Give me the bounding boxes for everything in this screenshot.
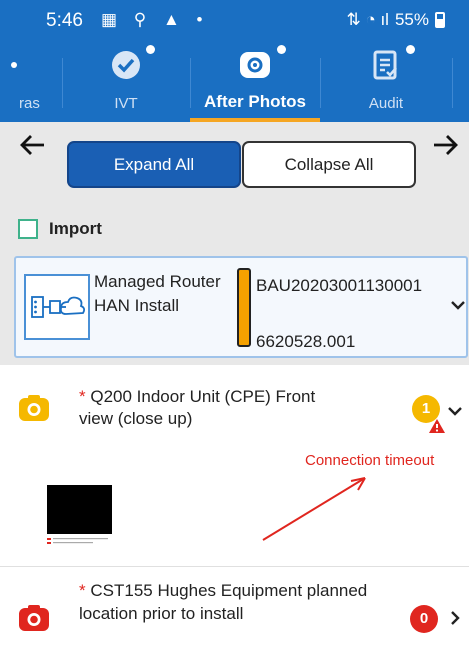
tab-label: Audit (368, 95, 404, 112)
thumbnail-caption (47, 538, 108, 544)
chevron-down-icon[interactable] (449, 296, 467, 320)
photo-item: * CST155 Hughes Equipment planned locati… (0, 567, 469, 669)
collapse-all-button[interactable]: Collapse All (242, 141, 416, 188)
status-time: 5:46 (46, 10, 83, 31)
photo-item-title: * CST155 Hughes Equipment planned locati… (79, 579, 389, 625)
job-code: BAU20203001130001 (256, 276, 423, 295)
status-bar: 5:46 ▦ ⚲ ▲ • ⇅ ◔ ıl 55% (0, 0, 469, 40)
tab-label: ras (19, 95, 40, 112)
photo-item-label: Q200 Indoor Unit (CPE) Front view (close… (79, 387, 316, 428)
image-icon (8, 48, 42, 82)
tab-separator (452, 58, 453, 108)
status-bar-indicator (237, 268, 251, 347)
tab-bar: ras IVT After Photos Audit (0, 40, 469, 122)
check-circle-icon (109, 48, 143, 82)
arrow-right-icon[interactable] (430, 130, 460, 168)
required-marker: * (79, 581, 86, 600)
job-card[interactable]: Managed Router HAN Install BAU2020300113… (14, 256, 468, 358)
battery-icon (435, 12, 445, 28)
camera-icon[interactable] (18, 394, 50, 422)
tab-indicator-dot (406, 45, 415, 54)
required-marker: * (79, 387, 86, 406)
tab-indicator-dot (277, 45, 286, 54)
tab-after-photos[interactable]: After Photos (190, 40, 320, 122)
photo-item-label: CST155 Hughes Equipment planned location… (79, 581, 368, 623)
photo-count-badge: 0 (410, 605, 438, 633)
job-title: Managed Router HAN Install (94, 272, 221, 315)
photo-thumbnail[interactable] (47, 485, 112, 534)
chevron-right-icon[interactable] (447, 609, 463, 633)
battery-percent: 55% (394, 10, 429, 29)
signal-icon: ⇅ ◔ ıl (346, 10, 389, 29)
connection-error-text: Connection timeout (305, 452, 435, 469)
clipboard-check-icon (369, 48, 403, 82)
expand-all-button[interactable]: Expand All (67, 141, 241, 188)
notification-icons: ▦ ⚲ ▲ • (101, 10, 209, 29)
warning-icon (428, 418, 446, 439)
photo-item-title: * Q200 Indoor Unit (CPE) Front view (clo… (79, 386, 339, 430)
tab-ivt[interactable]: IVT (62, 40, 190, 122)
tab-label: IVT (114, 95, 138, 112)
tab-audit[interactable]: Audit (320, 40, 452, 122)
tab-label: After Photos (204, 92, 306, 111)
annotation-arrow (262, 477, 366, 541)
import-checkbox[interactable] (18, 219, 38, 239)
camera-icon[interactable] (18, 604, 50, 632)
camera-icon (238, 48, 272, 82)
import-label: Import (49, 219, 102, 238)
job-subcode: 6620528.001 (256, 332, 356, 351)
tab-photos-partial[interactable]: ras (0, 40, 62, 122)
arrow-left-icon[interactable] (18, 130, 48, 168)
router-icon (24, 274, 90, 340)
chevron-down-icon[interactable] (446, 402, 464, 426)
tab-indicator-dot (146, 45, 155, 54)
status-right: ⇅ ◔ ıl 55% (346, 10, 445, 30)
